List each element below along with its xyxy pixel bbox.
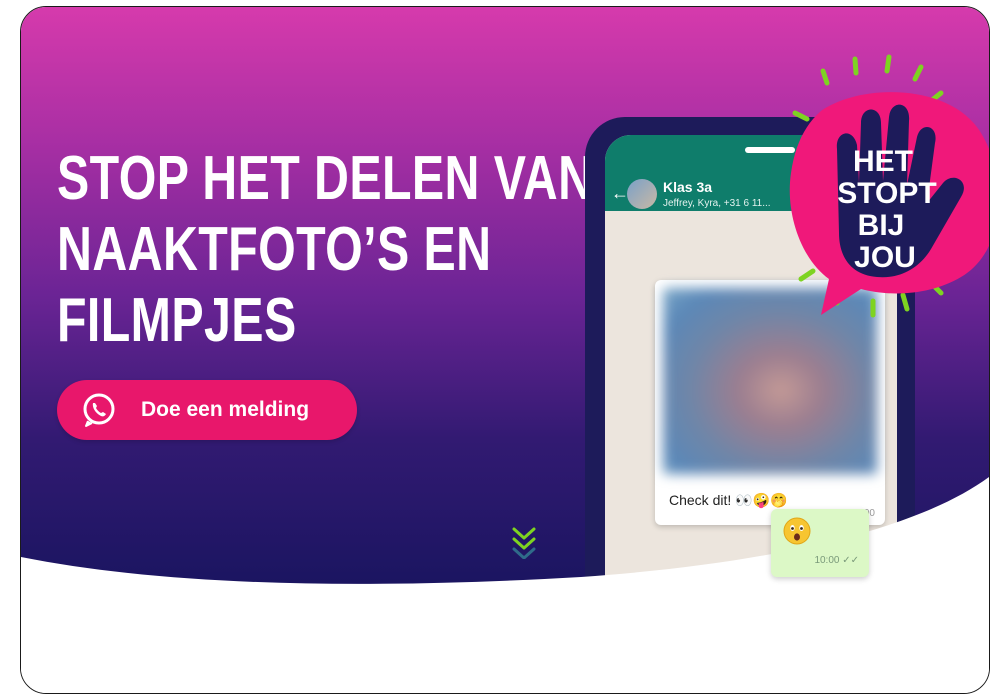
headline-line-2: NAAKTFOTO’S EN — [57, 215, 492, 284]
headline-line-1: STOP HET DELEN VAN — [57, 144, 594, 213]
campaign-badge: HET STOPT BIJ JOU — [789, 54, 989, 318]
headline-line-3: FILMPJES — [57, 286, 297, 355]
report-button-label: Doe een melding — [141, 398, 310, 421]
outgoing-message-time: 10:00 ✓✓ — [814, 555, 859, 566]
astonished-face-icon — [783, 517, 811, 545]
badge-line-3: BIJ — [858, 209, 905, 242]
outgoing-message-bubble: 10:00 ✓✓ — [771, 509, 869, 577]
whatsapp-icon — [79, 390, 119, 430]
badge-line-2: STOPT — [837, 177, 936, 210]
hero-card: STOP HET DELEN VAN NAAKTFOTO’S EN FILMPJ… — [20, 6, 990, 694]
report-button[interactable]: Doe een melding — [57, 380, 357, 440]
chat-members: Jeffrey, Kyra, +31 6 11... — [663, 198, 771, 209]
badge-line-4: JOU — [854, 241, 916, 274]
group-avatar — [627, 179, 657, 209]
double-chevron-down-icon[interactable] — [511, 525, 537, 559]
hero-headline: STOP HET DELEN VAN NAAKTFOTO’S EN FILMPJ… — [57, 143, 593, 356]
badge-line-1: HET — [853, 145, 913, 178]
chat-name: Klas 3a — [663, 179, 713, 195]
